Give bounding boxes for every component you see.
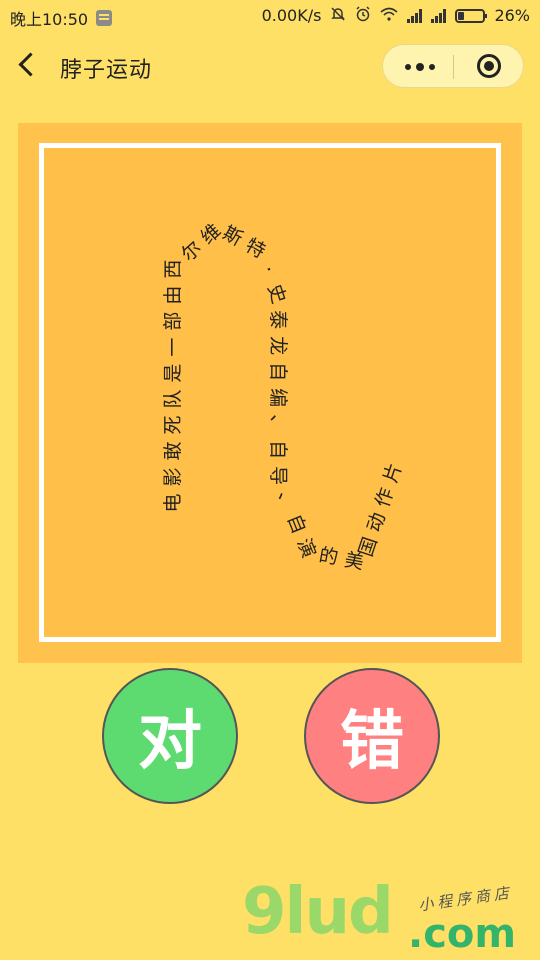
- alarm-icon: [355, 6, 371, 25]
- question-char: 自: [267, 362, 289, 381]
- question-char: 由: [162, 286, 184, 305]
- question-char: ·: [257, 263, 280, 276]
- watermark-suffix: .com: [408, 911, 517, 957]
- status-bar: 晚上10:50 0.00K/s 26%: [0, 0, 540, 32]
- chevron-left-icon[interactable]: [18, 52, 43, 77]
- watermark-logo: 9lud 小程序商店 .com: [240, 880, 540, 960]
- question-char: 特: [242, 234, 269, 262]
- question-char: 是: [162, 364, 184, 383]
- question-char: 死: [162, 415, 184, 434]
- target-circle-icon[interactable]: [477, 54, 501, 78]
- question-char: 片: [380, 461, 407, 486]
- question-char: 动: [363, 510, 390, 535]
- question-char: 影: [162, 467, 184, 486]
- page-title: 脖子运动: [60, 58, 153, 83]
- more-dots-icon[interactable]: [405, 63, 435, 72]
- capsule-divider: [453, 55, 454, 79]
- question-char: 西: [162, 260, 184, 279]
- question-char: 龙: [267, 336, 289, 355]
- network-speed: 0.00K/s: [261, 6, 322, 25]
- correct-button[interactable]: 对: [102, 668, 238, 804]
- question-card: 电影敢死队是一部由西尔维斯特 · 史泰龙自编、自导、自演的美国动作片: [18, 123, 522, 663]
- question-char: 电: [162, 493, 184, 512]
- battery-icon: [455, 8, 488, 23]
- question-char: 作: [371, 485, 398, 510]
- question-char: 斯: [219, 222, 246, 250]
- battery-percent: 26%: [494, 6, 530, 25]
- watermark-main: 9lud: [242, 875, 394, 949]
- question-char: 敢: [162, 441, 184, 460]
- question-char: 队: [162, 389, 184, 408]
- question-char: 、: [273, 487, 300, 513]
- question-char: 维: [197, 220, 226, 249]
- question-char: 演: [292, 535, 319, 561]
- question-char: 、: [267, 414, 289, 433]
- question-char: 部: [162, 312, 184, 331]
- question-char: 的: [317, 544, 340, 569]
- question-char: 泰: [267, 310, 289, 329]
- signal-icon-2: [431, 8, 447, 23]
- signal-icon: [407, 8, 423, 23]
- question-char: 一: [162, 338, 184, 357]
- question-char: 自: [267, 440, 289, 459]
- mini-program-capsule: [382, 44, 524, 88]
- question-text-path: 电影敢死队是一部由西尔维斯特·史泰龙自编、自导、自演的 美国动作片: [162, 220, 407, 574]
- question-char: 导: [267, 466, 289, 485]
- status-time: 晚上10:50: [10, 10, 89, 29]
- mute-icon: [330, 6, 346, 25]
- wifi-icon: [380, 7, 398, 24]
- question-char: 史: [263, 281, 290, 306]
- sim-icon: [96, 10, 113, 26]
- question-char: 自: [283, 511, 310, 537]
- question-char: 编: [267, 388, 289, 407]
- wrong-button[interactable]: 错: [304, 668, 440, 804]
- nav-bar: 脖子运动: [0, 32, 540, 100]
